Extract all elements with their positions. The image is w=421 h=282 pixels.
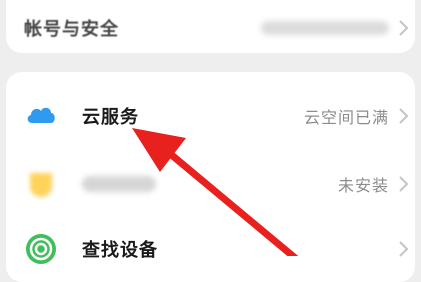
account-security-value-blurred xyxy=(261,21,389,35)
find-device-row[interactable]: 查找设备 xyxy=(6,217,415,281)
blurred-app-status: 未安装 xyxy=(337,176,389,195)
blurred-app-label xyxy=(82,176,156,192)
account-security-row[interactable]: 帐号与安全 xyxy=(6,0,415,60)
services-card: 云服务 云空间已满 未安装 查找设备 xyxy=(6,72,415,282)
chevron-right-icon xyxy=(399,241,409,257)
blurred-app-row[interactable]: 未安装 xyxy=(6,152,415,216)
find-device-label: 查找设备 xyxy=(82,240,158,261)
account-card: 帐号与安全 xyxy=(6,0,415,53)
chevron-right-icon xyxy=(399,108,409,124)
cloud-service-row[interactable]: 云服务 云空间已满 xyxy=(6,84,415,148)
cloud-service-status: 云空间已满 xyxy=(303,108,389,127)
cloud-service-label: 云服务 xyxy=(82,107,139,128)
yellow-app-icon xyxy=(30,173,52,197)
chevron-right-icon xyxy=(399,20,409,36)
account-security-label: 帐号与安全 xyxy=(24,19,119,40)
find-device-icon xyxy=(26,234,56,264)
cloud-icon xyxy=(27,107,55,123)
chevron-right-icon xyxy=(399,176,409,192)
